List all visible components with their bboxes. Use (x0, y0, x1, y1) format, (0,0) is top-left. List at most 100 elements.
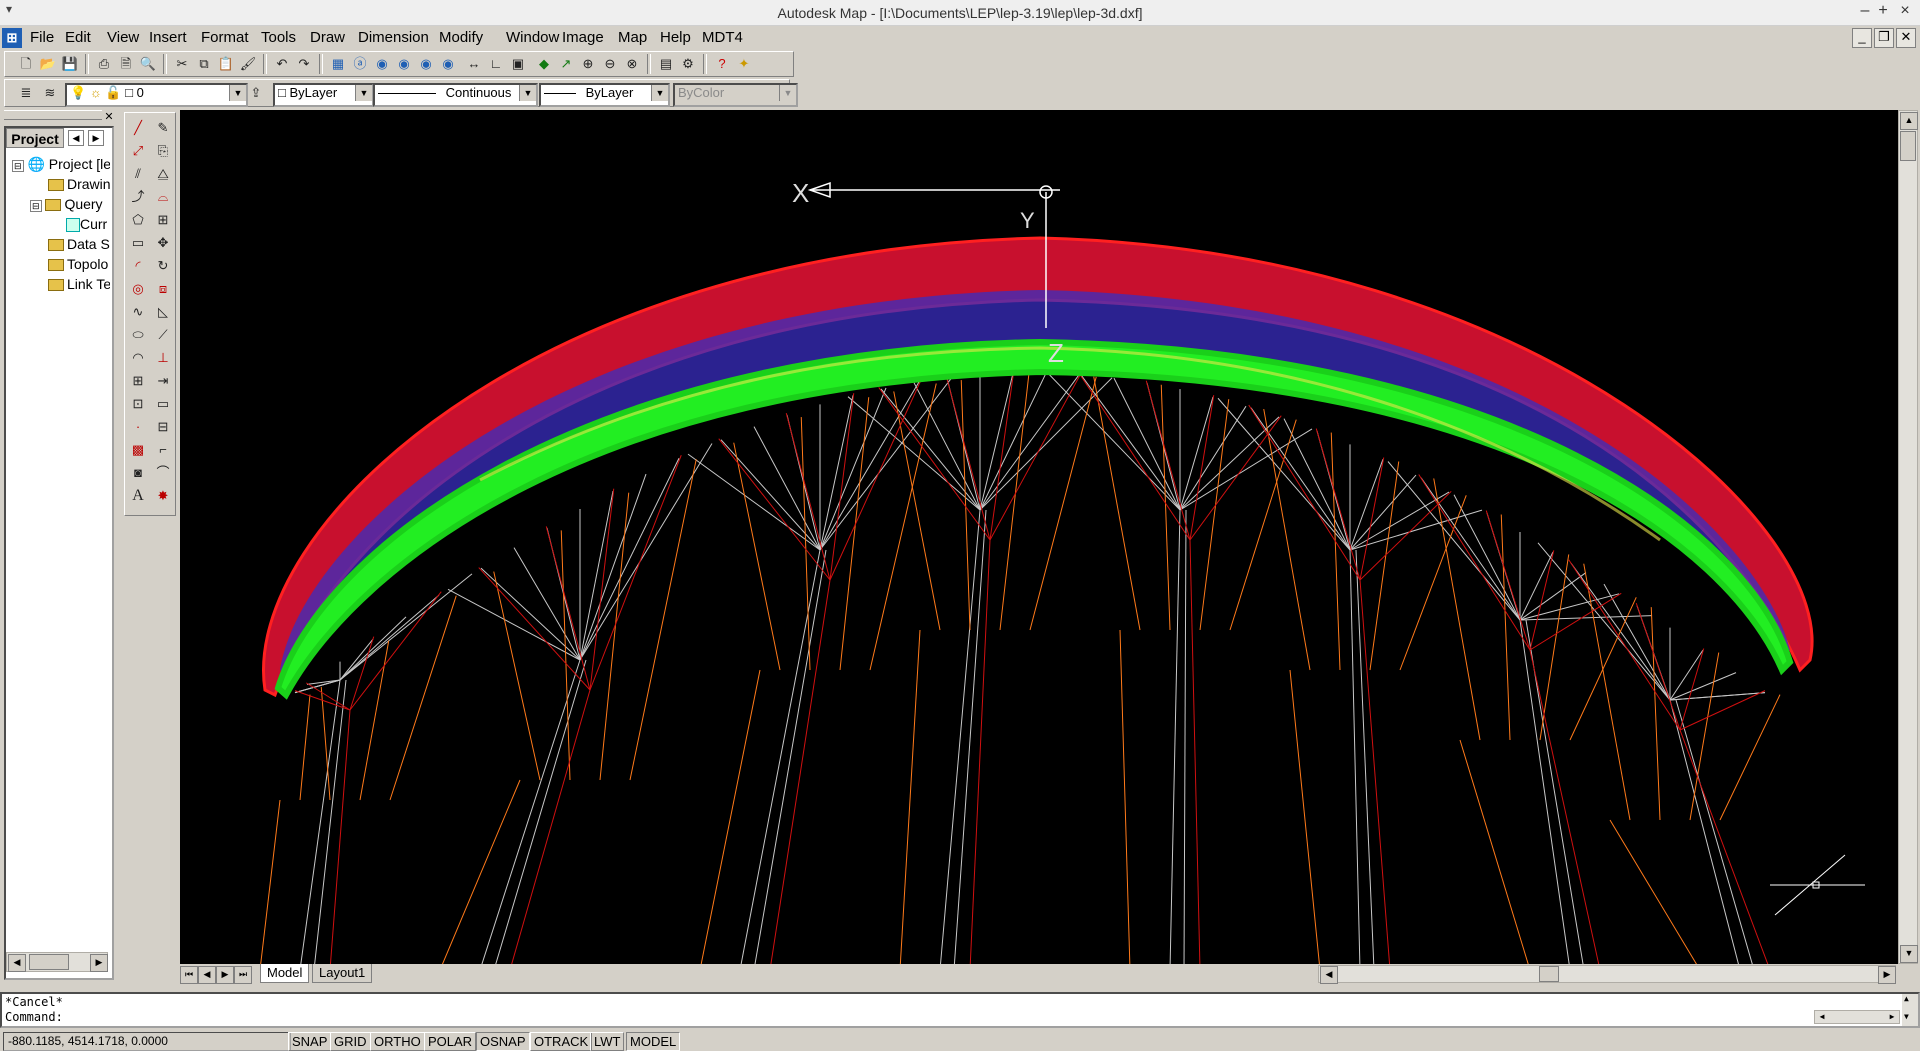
chevron-down-icon[interactable]: ▼ (651, 85, 668, 101)
tab-layout1[interactable]: Layout1 (312, 964, 373, 983)
command-horizontal-scrollbar[interactable]: ◀ ▶ (1814, 1010, 1900, 1024)
make-block-icon[interactable]: ⊡ (127, 393, 149, 415)
tab-project[interactable]: Project (6, 128, 64, 148)
today-icon[interactable]: ▦ (327, 53, 349, 75)
command-window[interactable]: *Cancel* Command: ◀ ▶ ▲ ▼ (0, 992, 1920, 1028)
undo-icon[interactable]: ↶ (271, 53, 293, 75)
rectangle-icon[interactable]: ▭ (127, 232, 149, 254)
tree-item-topologies[interactable]: Topolo (48, 256, 110, 272)
scroll-left-icon[interactable]: ◀ (1815, 1011, 1829, 1023)
app-icon[interactable]: ⊞ (2, 28, 22, 48)
zoom-realtime-icon[interactable]: ↗ (555, 53, 577, 75)
trim-icon[interactable]: ⊥ (152, 347, 174, 369)
zoom-window-icon[interactable]: ⊕ (577, 53, 599, 75)
distance-icon[interactable]: ↔ (463, 53, 485, 75)
chevron-down-icon[interactable]: ▼ (355, 85, 372, 101)
scroll-thumb[interactable] (29, 954, 69, 970)
menu-insert[interactable]: Insert (149, 29, 187, 46)
panel-horizontal-scrollbar[interactable]: ◀ ▶ (6, 952, 108, 972)
menu-tools[interactable]: Tools (261, 29, 296, 46)
doc-minimize-icon[interactable]: _ (1852, 28, 1872, 48)
tree-item-query[interactable]: ⊟ Query (30, 196, 110, 212)
menu-help[interactable]: Help (660, 29, 691, 46)
mirror-icon[interactable]: ⧋ (152, 163, 174, 185)
paste-icon[interactable]: 📋 (215, 53, 237, 75)
extend-icon[interactable]: ⇥ (152, 370, 174, 392)
aerial-view-icon[interactable]: ▣ (507, 53, 529, 75)
panel-grip[interactable] (4, 110, 102, 120)
canvas-horizontal-scrollbar[interactable]: ◀ ▶ (1318, 965, 1896, 984)
scroll-right-icon[interactable]: ▶ (90, 954, 108, 972)
tree-item-link-templates[interactable]: Link Te (48, 276, 110, 292)
multiline-text-icon[interactable]: A (127, 485, 149, 507)
canvas-vertical-scrollbar[interactable]: ▲ ▼ (1898, 110, 1918, 964)
menu-draw[interactable]: Draw (310, 29, 345, 46)
spline-icon[interactable]: ∿ (127, 301, 149, 323)
array-icon[interactable]: ⊞ (152, 209, 174, 231)
map-save-icon[interactable]: ◉ (437, 53, 459, 75)
make-object-layer-current-icon[interactable]: ⇪ (245, 82, 267, 104)
whats-new-icon[interactable]: ✦ (733, 53, 755, 75)
multiline-icon[interactable]: ⫽ (127, 163, 149, 185)
color-dropdown[interactable]: □ ByLayer ▼ (273, 83, 374, 107)
arc-icon[interactable]: ◜ (127, 255, 149, 277)
polyline-icon[interactable]: ⤴ (127, 186, 149, 208)
tree-item-project[interactable]: ⊟ 🌐 Project [le (12, 156, 110, 173)
point-icon[interactable]: · (127, 416, 149, 438)
map-attach-icon[interactable]: ◉ (415, 53, 437, 75)
menu-window[interactable]: Window (506, 29, 559, 46)
osnap-toggle[interactable]: OSNAP (476, 1032, 530, 1051)
coordinate-display[interactable]: -880.1185, 4514.1718, 0.0000 (3, 1032, 291, 1051)
scroll-down-icon[interactable]: ▼ (1904, 1012, 1909, 1021)
doc-close-icon[interactable]: ✕ (1896, 28, 1916, 48)
cut-icon[interactable]: ✂ (171, 53, 193, 75)
zoom-previous-icon[interactable]: ⊖ (599, 53, 621, 75)
tree-item-drawings[interactable]: Drawin (48, 176, 110, 192)
grid-toggle[interactable]: GRID (330, 1032, 371, 1051)
insert-block-icon[interactable]: ⊞ (127, 370, 149, 392)
lengthen-icon[interactable]: ⟋ (152, 324, 174, 346)
pan-icon[interactable]: ◆ (533, 53, 555, 75)
menu-modify[interactable]: Modify (439, 29, 483, 46)
lineweight-dropdown[interactable]: ByLayer ▼ (539, 83, 670, 107)
polar-toggle[interactable]: POLAR (424, 1032, 477, 1051)
region-icon[interactable]: ◙ (127, 462, 149, 484)
properties-icon[interactable]: ▤ (655, 53, 677, 75)
lwt-toggle[interactable]: LWT (590, 1032, 625, 1051)
zoom-extents-icon[interactable]: ⊗ (621, 53, 643, 75)
find-icon[interactable]: 🔍 (137, 53, 159, 75)
save-icon[interactable]: 💾 (59, 53, 81, 75)
menu-view[interactable]: View (107, 29, 139, 46)
hatch-icon[interactable]: ▩ (127, 439, 149, 461)
print-icon[interactable]: ⎙ (93, 53, 115, 75)
move-icon[interactable]: ✥ (152, 232, 174, 254)
doc-restore-icon[interactable]: ❐ (1874, 28, 1894, 48)
new-icon[interactable]: 🗋 (15, 53, 37, 75)
map-globe-icon[interactable]: ◉ (371, 53, 393, 75)
scroll-up-icon[interactable]: ▲ (1904, 994, 1909, 1003)
break-icon[interactable]: ▭ (152, 393, 174, 415)
menu-image[interactable]: Image (562, 29, 604, 46)
match-properties-icon[interactable]: 🖌 (237, 53, 259, 75)
tab-scroll-left-icon[interactable]: ◀ (68, 130, 84, 146)
construction-line-icon[interactable]: ⤢ (127, 140, 149, 162)
menu-format[interactable]: Format (201, 29, 249, 46)
ellipse-arc-icon[interactable]: ◠ (127, 347, 149, 369)
prev-tab-icon[interactable]: ◀ (198, 966, 216, 984)
scroll-left-icon[interactable]: ◀ (1320, 966, 1338, 984)
layer-dropdown[interactable]: 💡 ☼ 🔓 □ 0 ▼ (65, 83, 248, 107)
chevron-down-icon[interactable]: ▼ (519, 85, 536, 101)
line-icon[interactable]: ╱ (127, 117, 149, 139)
redo-icon[interactable]: ↷ (293, 53, 315, 75)
menu-file[interactable]: File (30, 29, 54, 46)
polygon-icon[interactable]: ⬠ (127, 209, 149, 231)
fillet-icon[interactable]: ⌒ (152, 462, 174, 484)
scale-icon[interactable]: ⧈ (152, 278, 174, 300)
first-tab-icon[interactable]: ⏮ (180, 966, 198, 984)
snap-toggle[interactable]: SNAP (288, 1032, 332, 1051)
ucs-icon[interactable]: ∟ (485, 53, 507, 75)
menu-edit[interactable]: Edit (65, 29, 91, 46)
layer-manager-icon[interactable]: ≣ (15, 82, 37, 104)
scroll-up-icon[interactable]: ▲ (1900, 112, 1918, 130)
minimize-icon[interactable]: – (1855, 2, 1875, 20)
